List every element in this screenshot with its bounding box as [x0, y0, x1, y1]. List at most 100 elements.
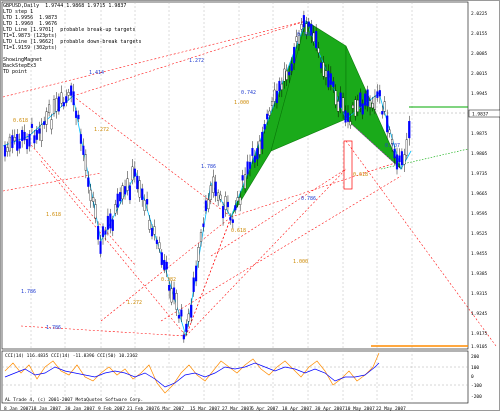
candle-body [180, 309, 183, 317]
candle-body [344, 110, 347, 123]
fib-label: 0.742 [241, 90, 256, 96]
candle-body [378, 90, 381, 97]
candle-body [293, 46, 296, 64]
cci-fast-line [4, 352, 380, 394]
candle-body [38, 128, 41, 134]
candle-body [126, 178, 129, 191]
candle-body [334, 90, 337, 105]
candle-body [214, 181, 217, 197]
candle-body [224, 196, 227, 210]
price-tick: 2.0085 [471, 51, 488, 57]
candle-body [3, 145, 7, 157]
candle-body [82, 145, 85, 155]
candle-body [175, 293, 178, 310]
fib-label: 1.414 [89, 70, 104, 76]
price-tick: 2.0155 [471, 31, 488, 37]
candle-body [158, 242, 161, 250]
price-tick: 1.9665 [471, 191, 488, 197]
candle-body [302, 15, 305, 28]
candle-body [168, 284, 171, 291]
candle-body [11, 135, 14, 149]
date-tick: 21 Feb 2007 [127, 406, 157, 412]
candle-body [337, 101, 340, 112]
fib-label: 1.272 [94, 127, 109, 133]
candle-body [364, 93, 367, 106]
candle-body [261, 131, 264, 150]
candle-body [131, 166, 134, 181]
candle-body [109, 213, 112, 229]
candle-body [207, 199, 210, 210]
candle-body [195, 265, 198, 282]
candle-body [408, 120, 411, 139]
candle-body [153, 226, 156, 235]
candle-body [87, 177, 90, 187]
candle-body [138, 180, 141, 198]
candle-body [361, 103, 364, 115]
candle-body [67, 92, 70, 96]
candle-body [280, 83, 283, 90]
candle-body [116, 193, 119, 208]
cci-level: -200 [471, 394, 482, 400]
candle-body [185, 323, 188, 332]
candle-body [155, 239, 158, 244]
price-tick: 1.9735 [471, 171, 488, 177]
candle-body [258, 140, 261, 155]
candle-body [256, 148, 259, 160]
candle-body [33, 135, 36, 144]
candle-body [60, 92, 63, 104]
price-tick: 1.9245 [471, 311, 488, 317]
candle-body [114, 204, 117, 214]
candle-body [119, 192, 122, 202]
date-tick: 22 May 2007 [376, 406, 406, 412]
candle-body [263, 124, 266, 130]
candle-body [268, 110, 271, 116]
current-price-label: 1.9837 [472, 112, 489, 118]
candle-body [160, 252, 163, 265]
candle-body [371, 103, 374, 109]
price-chart[interactable]: 1.414 1.272 1.000 0.742 0.786 1.786 0.61… [1, 1, 500, 412]
candle-body [30, 123, 34, 128]
candle-body [50, 119, 53, 130]
fib-label: 1.786 [46, 325, 61, 331]
candle-body [128, 185, 132, 201]
candle-body [376, 91, 379, 98]
date-tick: 15 Mar 2007 [190, 406, 220, 412]
candle-body [74, 110, 78, 118]
fib-label: 1.272 [189, 58, 204, 64]
candle-body [163, 259, 166, 270]
candle-body [373, 96, 377, 110]
cci-slow-line [4, 362, 380, 388]
candle-body [190, 304, 193, 318]
candle-body [248, 161, 252, 169]
vertical-grid [30, 2, 413, 403]
candle-body [398, 155, 401, 163]
candle-body [246, 161, 249, 175]
date-tick: 9 Feb 2007 [98, 406, 125, 412]
candle-body [204, 200, 207, 211]
candle-body [312, 32, 315, 42]
candle-body [101, 226, 105, 238]
candle-body [94, 204, 97, 219]
fib-label: 1.618 [46, 212, 61, 218]
price-tick: 1.9175 [471, 331, 488, 337]
candle-body [366, 89, 369, 107]
fib-label: 1.272 [127, 300, 142, 306]
candle-body [165, 261, 168, 270]
candle-body [202, 223, 205, 227]
candle-body [251, 148, 254, 156]
candle-body [221, 206, 225, 219]
candle-body [273, 89, 276, 102]
candle-body [400, 151, 403, 166]
candle-body [199, 232, 203, 242]
candle-body [231, 219, 234, 223]
candle-body [285, 70, 288, 80]
candle-body [368, 100, 372, 108]
price-tick: 2.0225 [471, 11, 488, 17]
chart-window: GBPUSD,Daily 1.9744 1.9868 1.9715 1.9837… [0, 0, 500, 412]
candle-body [18, 141, 21, 149]
candle-body [226, 201, 230, 208]
candle-body [356, 99, 359, 112]
candle-body [99, 241, 102, 254]
candle-body [23, 131, 26, 141]
date-tick: 8 Jan 2007 [4, 406, 31, 412]
